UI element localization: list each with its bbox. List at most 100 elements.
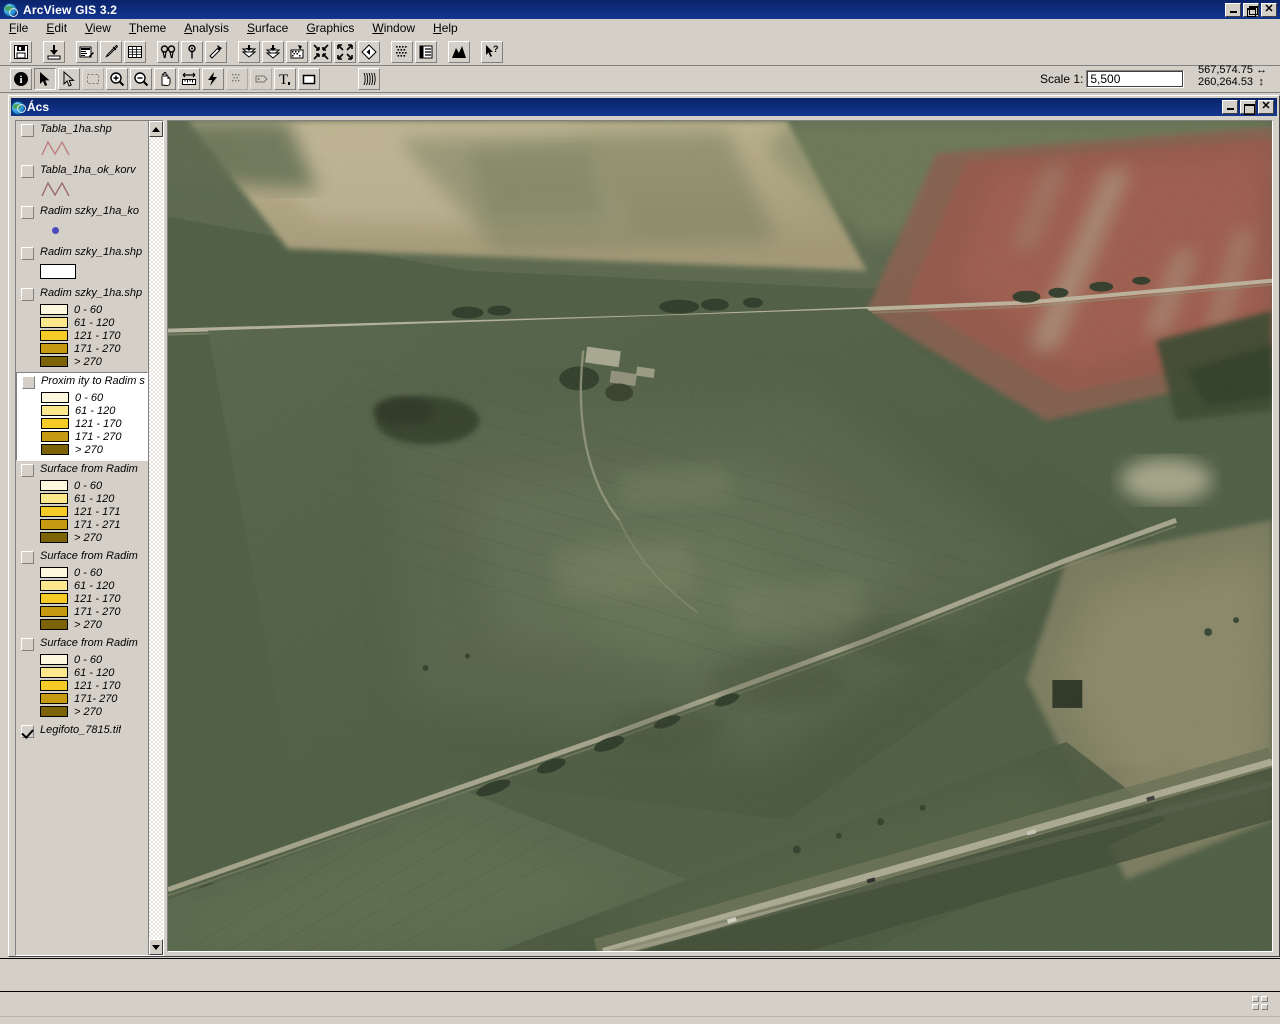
menu-graphics[interactable]: Graphics [297,20,363,36]
hot-link-tool[interactable] [202,68,224,90]
zoom-to-active-theme-button[interactable] [391,40,413,63]
theme-properties-button[interactable] [76,40,98,63]
theme-symbol-point [16,220,148,240]
toc-theme-3[interactable]: Radim szky_1ha.shp [16,244,148,285]
zoom-out-tool[interactable] [130,68,152,90]
query-builder-button[interactable] [205,40,227,63]
toc-scrollbar-track[interactable] [149,137,163,939]
app-minimize-button[interactable] [1225,2,1241,17]
clear-selection-button[interactable] [262,40,284,63]
status-divider-bottom [0,1016,1280,1017]
label-tool[interactable] [250,68,272,90]
theme-visibility-checkbox[interactable] [22,376,35,389]
view-close-button[interactable]: ✕ [1258,100,1274,114]
theme-visibility-checkbox[interactable] [21,165,34,178]
legend-class-label: 0 - 60 [74,653,103,666]
pointer-tool[interactable] [34,68,56,90]
toc-theme-8[interactable]: Surface from Radim 0 - 60 61 - 120 121 - 17… [16,635,148,722]
app-close-button[interactable]: ✕ [1261,2,1277,17]
zoom-previous-button[interactable] [358,40,380,63]
toc-theme-header: Radim szky_1ha.shp [16,246,148,260]
menu-view[interactable]: View [76,20,120,36]
toc-scroll-down-button[interactable] [149,939,163,955]
toc-theme-header: Surface from Radim [16,550,148,564]
status-divider-top [0,958,1280,959]
theme-visibility-checkbox[interactable] [21,247,34,260]
menu-analysis[interactable]: Analysis [175,20,238,36]
open-table-button[interactable] [124,40,146,63]
toc-scroll-up-button[interactable] [149,121,163,137]
theme-visibility-checkbox[interactable] [21,288,34,301]
toc-theme-5[interactable]: Proxim ity to Radim s 0 - 60 61 - 120 121 -… [16,372,148,461]
map-aerial-photo[interactable] [168,121,1272,951]
theme-visibility-checkbox[interactable] [21,725,34,738]
zoom-to-selected-button[interactable] [238,40,260,63]
draw-rectangle-tool[interactable] [298,68,320,90]
status-bar-area [0,958,1280,1024]
theme-visibility-checkbox[interactable] [21,464,34,477]
map-canvas-container[interactable] [167,120,1273,952]
zoom-to-themes-button[interactable] [310,40,332,63]
toc-theme-6[interactable]: Surface from Radim 0 - 60 61 - 120 121 - 17… [16,461,148,548]
view-titlebar: Ács ✕ [11,98,1277,116]
identify-tool[interactable]: i [10,68,32,90]
grid-resize-icon[interactable] [1252,996,1268,1010]
scale-input[interactable] [1086,70,1185,88]
theme-visibility-checkbox[interactable] [21,551,34,564]
measure-tool[interactable] [178,68,200,90]
view-maximize-button[interactable] [1240,100,1256,115]
arcview-application-window: ArcView GIS 3.2 ✕ File Edit View Theme A… [0,0,1280,1024]
toc-theme-7[interactable]: Surface from Radim 0 - 60 61 - 120 121 - 17… [16,548,148,635]
vertex-edit-tool[interactable] [58,68,80,90]
image-analysis-tool[interactable] [358,68,380,90]
theme-visibility-checkbox[interactable] [21,124,34,137]
menu-window[interactable]: Window [363,20,424,36]
text-tool[interactable]: T [274,68,296,90]
toc-viewport: Tabla_1ha.shp Tabla_1ha_ok_korv Radim szky… [16,121,149,955]
legend-class-label: 171 - 270 [74,605,121,618]
theme-visibility-checkbox[interactable] [21,206,34,219]
legend-class-row: 0 - 60 [40,653,148,666]
toc-vertical-scrollbar[interactable] [149,121,163,955]
open-legend-button[interactable] [415,40,437,63]
save-project-button[interactable] [10,40,32,63]
add-theme-button[interactable] [43,40,65,63]
theme-legend-classes: 0 - 60 61 - 120 121 - 170 171 - 270 > 270 [17,391,147,456]
menu-surface[interactable]: Surface [238,20,297,36]
theme-visibility-checkbox[interactable] [21,638,34,651]
menu-file[interactable]: File [0,20,37,36]
toc-theme-1[interactable]: Tabla_1ha_ok_korv [16,162,148,203]
legend-class-row: > 270 [41,443,147,456]
find-button[interactable] [157,40,179,63]
menu-theme[interactable]: Theme [120,20,175,36]
toc-theme-header: Proxim ity to Radim s [17,375,147,389]
menu-help[interactable]: Help [424,20,467,36]
legend-class-row: > 270 [40,618,148,631]
legend-color-swatch [41,418,69,429]
edit-legend-button[interactable] [100,40,122,63]
view-window: Ács ✕ Tabla_1ha.shp Tabla_1ha_ok_korv Radi… [8,95,1280,957]
legend-class-label: 61 - 120 [74,492,115,505]
zoom-in-tool[interactable] [106,68,128,90]
toc-theme-4[interactable]: Radim szky_1ha.shp 0 - 60 61 - 120 121 - 17… [16,285,148,372]
locate-address-button[interactable] [181,40,203,63]
application-window-controls: ✕ [1225,2,1277,17]
application-titlebar: ArcView GIS 3.2 ✕ [0,0,1280,19]
zoom-to-full-extent-button[interactable] [334,40,356,63]
menu-edit[interactable]: Edit [37,20,76,36]
select-shape-tool[interactable] [82,68,104,90]
select-feature-button[interactable] [286,40,308,63]
area-of-interest-tool[interactable] [226,68,248,90]
app-restore-button[interactable] [1243,2,1259,17]
toc-theme-0[interactable]: Tabla_1ha.shp [16,121,148,162]
pan-tool[interactable] [154,68,176,90]
legend-class-label: > 270 [74,355,102,368]
toc-theme-2[interactable]: Radim szky_1ha_ko [16,203,148,244]
toc-theme-header: Surface from Radim [16,637,148,651]
legend-class-row: 121 - 170 [40,329,148,342]
legend-class-row: 171 - 270 [41,430,147,443]
toc-theme-9[interactable]: Legifoto_7815.tif [16,722,148,742]
view-minimize-button[interactable] [1222,100,1238,114]
help-pointer-button[interactable]: ? [481,40,503,63]
create-chart-button[interactable] [448,40,470,63]
